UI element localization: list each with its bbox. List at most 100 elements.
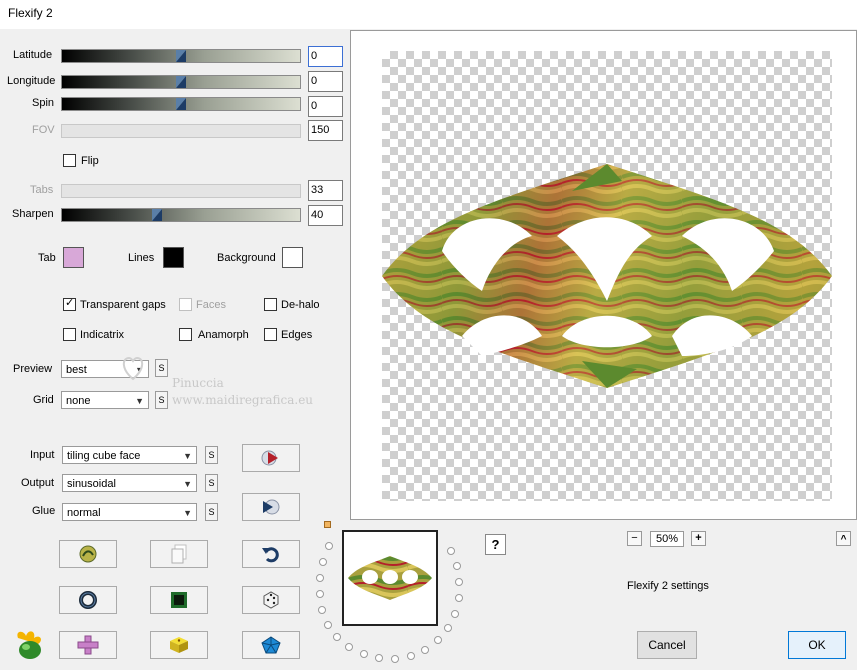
preview-s-button[interactable]: S bbox=[155, 359, 168, 377]
tabs-slider bbox=[61, 184, 301, 198]
copy-icon bbox=[171, 544, 187, 564]
orbit-dot[interactable] bbox=[375, 654, 383, 662]
output-select-value: sinusoidal bbox=[67, 478, 116, 490]
edges-checkbox[interactable] bbox=[264, 328, 277, 341]
orbit-dot[interactable] bbox=[333, 633, 341, 641]
glue-select-value: normal bbox=[67, 507, 101, 519]
collapse-button[interactable]: ^ bbox=[836, 531, 851, 546]
chevron-down-icon: ▼ bbox=[183, 451, 192, 461]
orbit-dot[interactable] bbox=[345, 643, 353, 651]
preview-canvas[interactable] bbox=[382, 51, 832, 501]
sharpen-slider[interactable] bbox=[61, 208, 301, 222]
grid-select[interactable]: none ▼ bbox=[61, 391, 149, 409]
glue-s-button[interactable]: S bbox=[205, 503, 218, 521]
preview-select-value: best bbox=[66, 364, 87, 376]
preview-panel[interactable] bbox=[350, 30, 857, 520]
window-title: Flexify 2 bbox=[8, 6, 53, 20]
de-halo-label: De-halo bbox=[281, 299, 320, 311]
play-preview-button[interactable] bbox=[242, 444, 300, 472]
lines-color-label: Lines bbox=[128, 252, 155, 264]
watermark-name: Pinuccia bbox=[172, 376, 224, 390]
orbit-dot[interactable] bbox=[325, 542, 333, 550]
orbit-handle[interactable] bbox=[324, 521, 331, 528]
glue-label: Glue bbox=[32, 505, 56, 517]
flip-checkbox[interactable] bbox=[63, 154, 76, 167]
orbit-dot[interactable] bbox=[451, 610, 459, 618]
ok-button[interactable]: OK bbox=[788, 631, 846, 659]
spin-slider[interactable] bbox=[61, 97, 301, 111]
cross-pattern-button[interactable] bbox=[59, 631, 117, 659]
glue-select[interactable]: normal ▼ bbox=[62, 503, 197, 521]
load-image-button[interactable] bbox=[59, 540, 117, 568]
chevron-down-icon: ▼ bbox=[183, 479, 192, 489]
grid-label: Grid bbox=[33, 394, 54, 406]
random-button[interactable] bbox=[242, 586, 300, 614]
chevron-down-icon: ▼ bbox=[135, 396, 144, 406]
input-select[interactable]: tiling cube face ▼ bbox=[62, 446, 197, 464]
anamorph-checkbox[interactable] bbox=[179, 328, 192, 341]
orbit-dot[interactable] bbox=[324, 621, 332, 629]
latitude-input[interactable]: 0 bbox=[308, 46, 343, 67]
orbit-dot[interactable] bbox=[455, 578, 463, 586]
lines-color-swatch[interactable] bbox=[163, 247, 184, 268]
orbit-dot[interactable] bbox=[444, 624, 452, 632]
faces-label: Faces bbox=[196, 299, 226, 311]
ring-button[interactable] bbox=[59, 586, 117, 614]
orbit-dot[interactable] bbox=[316, 574, 324, 582]
orbit-dot[interactable] bbox=[360, 650, 368, 658]
check-mark-icon: ✓ bbox=[65, 297, 75, 309]
indicatrix-label: Indicatrix bbox=[80, 329, 125, 341]
zoom-out-button[interactable]: − bbox=[627, 531, 642, 546]
copy-button[interactable] bbox=[150, 540, 208, 568]
tab-color-swatch[interactable] bbox=[63, 247, 84, 268]
orbit-dot[interactable] bbox=[455, 594, 463, 602]
ring-icon bbox=[79, 591, 97, 609]
grid-s-button[interactable]: S bbox=[155, 391, 168, 409]
undo-button[interactable] bbox=[242, 540, 300, 568]
output-s-button[interactable]: S bbox=[205, 474, 218, 492]
background-color-label: Background bbox=[217, 252, 276, 264]
frame-icon bbox=[171, 592, 187, 608]
background-color-swatch[interactable] bbox=[282, 247, 303, 268]
help-button[interactable]: ? bbox=[485, 534, 506, 555]
latitude-slider[interactable] bbox=[61, 49, 301, 63]
indicatrix-checkbox[interactable] bbox=[63, 328, 76, 341]
sharpen-input[interactable]: 40 bbox=[308, 205, 343, 226]
grid-select-value: none bbox=[66, 395, 91, 407]
orbit-dot[interactable] bbox=[453, 562, 461, 570]
orbit-dot[interactable] bbox=[447, 547, 455, 555]
orbit-dot[interactable] bbox=[319, 558, 327, 566]
longitude-input[interactable]: 0 bbox=[308, 71, 343, 92]
flexified-image bbox=[382, 164, 832, 388]
edges-label: Edges bbox=[281, 329, 313, 341]
cube-icon bbox=[170, 637, 188, 653]
orbit-dot[interactable] bbox=[316, 590, 324, 598]
fov-input: 150 bbox=[308, 120, 343, 141]
longitude-slider[interactable] bbox=[61, 75, 301, 89]
sharpen-label: Sharpen bbox=[12, 208, 54, 220]
latitude-label: Latitude bbox=[13, 49, 53, 61]
transparent-gaps-label: Transparent gaps bbox=[80, 299, 166, 311]
render-button[interactable] bbox=[242, 493, 300, 521]
input-s-button[interactable]: S bbox=[205, 446, 218, 464]
orbit-dot[interactable] bbox=[434, 636, 442, 644]
output-select[interactable]: sinusoidal ▼ bbox=[62, 474, 197, 492]
orbit-dots[interactable] bbox=[315, 530, 475, 665]
cube-button[interactable] bbox=[150, 631, 208, 659]
tab-color-label: Tab bbox=[38, 252, 56, 264]
orbit-dot[interactable] bbox=[318, 606, 326, 614]
cancel-button[interactable]: Cancel bbox=[637, 631, 697, 659]
zoom-in-button[interactable]: + bbox=[691, 531, 706, 546]
transparent-gaps-checkbox[interactable]: ✓ bbox=[63, 297, 76, 311]
input-label: Input bbox=[30, 449, 55, 461]
orbit-dot[interactable] bbox=[407, 652, 415, 660]
flaming-pear-logo bbox=[12, 628, 46, 662]
polyhedron-button[interactable] bbox=[242, 631, 300, 659]
cross-pattern-icon bbox=[77, 635, 99, 655]
frame-button[interactable] bbox=[150, 586, 208, 614]
orbit-dot[interactable] bbox=[391, 655, 399, 663]
orbit-dot[interactable] bbox=[421, 646, 429, 654]
de-halo-checkbox[interactable] bbox=[264, 298, 277, 311]
spin-input[interactable]: 0 bbox=[308, 96, 343, 117]
longitude-label: Longitude bbox=[7, 75, 56, 87]
